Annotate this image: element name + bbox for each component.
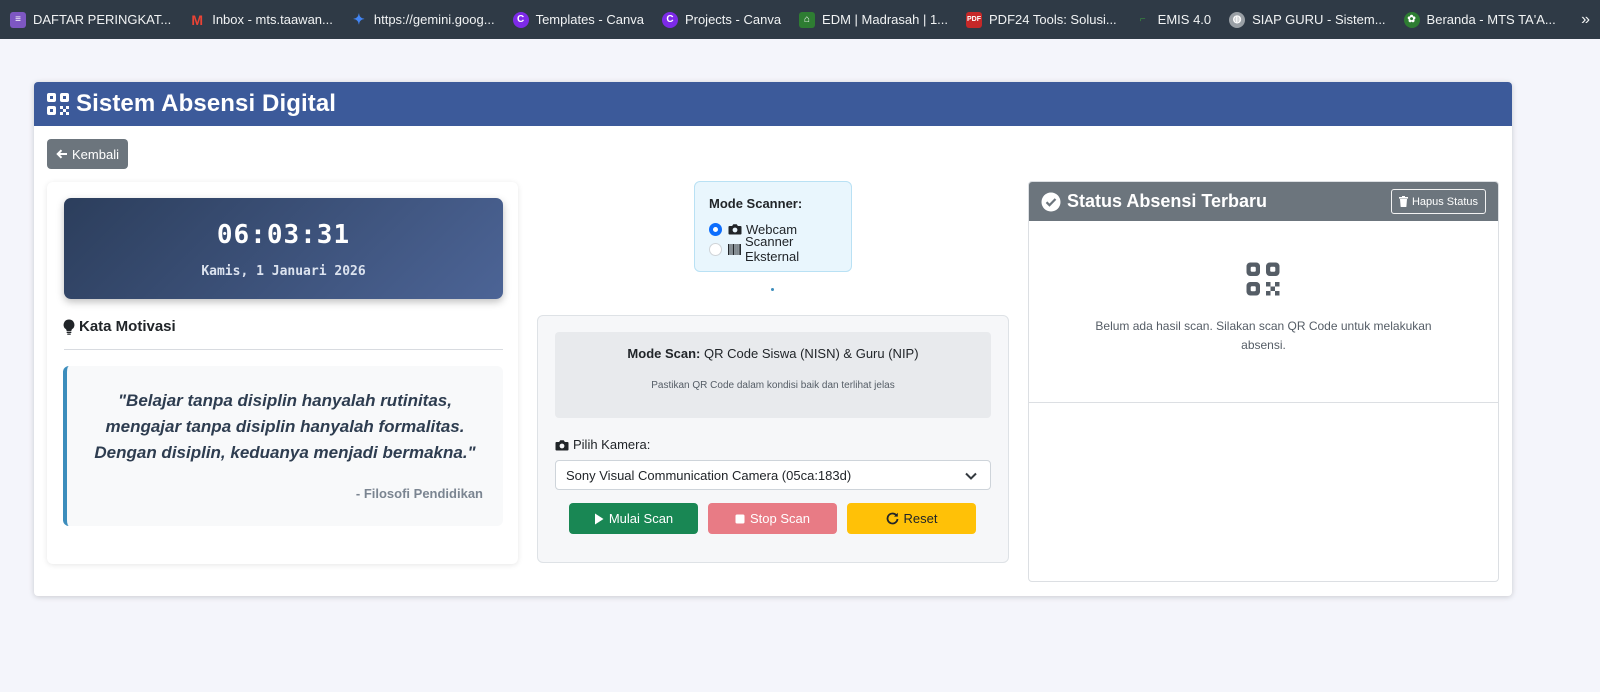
play-icon bbox=[594, 513, 604, 524]
arrow-left-icon bbox=[56, 149, 68, 159]
mode-option-external-scanner[interactable]: Scanner Eksternal bbox=[709, 234, 851, 264]
camera-icon bbox=[728, 224, 742, 235]
radio-unselected-icon[interactable] bbox=[709, 242, 722, 256]
status-panel: Status Absensi Terbaru Hapus Status Belu… bbox=[1028, 181, 1499, 582]
status-title: Status Absensi Terbaru bbox=[1067, 191, 1268, 211]
bookmark-inbox[interactable]: M Inbox - mts.taawan... bbox=[189, 0, 333, 39]
quote-source: - Filosofi Pendidikan bbox=[355, 486, 483, 501]
bookmark-label: Inbox - mts.taawan... bbox=[212, 12, 333, 27]
bookmark-label: EDM | Madrasah | 1... bbox=[822, 12, 949, 27]
clock-date: Kamis, 1 Januari 2026 bbox=[201, 264, 366, 279]
bookmark-label: Projects - Canva bbox=[684, 12, 782, 27]
status-header: Status Absensi Terbaru Hapus Status bbox=[1029, 182, 1498, 221]
bookmark-label: SIAP GURU - Sistem... bbox=[1252, 12, 1386, 27]
camera-select-value: Sony Visual Communication Camera (05ca:1… bbox=[566, 467, 852, 483]
bookmark-gemini[interactable]: ✦ https://gemini.goog... bbox=[351, 0, 495, 39]
status-body: Belum ada hasil scan. Silakan scan QR Co… bbox=[1029, 221, 1498, 403]
motivation-title: Kata Motivasi bbox=[63, 318, 176, 335]
camera-label-text: Pilih Kamera: bbox=[573, 437, 651, 452]
trash-icon bbox=[1398, 196, 1408, 207]
camera-select[interactable]: Sony Visual Communication Camera (05ca:1… bbox=[555, 460, 991, 490]
clear-status-label: Hapus Status bbox=[1411, 195, 1478, 208]
scan-mode-label: Mode Scan: bbox=[627, 346, 701, 361]
gmail-icon: M bbox=[191, 11, 204, 28]
start-scan-button[interactable]: Mulai Scan bbox=[569, 503, 698, 534]
qrcode-icon bbox=[47, 93, 69, 115]
bookmark-emis[interactable]: ⌐ EMIS 4.0 bbox=[1135, 0, 1211, 39]
canva-icon: C bbox=[512, 11, 529, 28]
gemini-icon: ✦ bbox=[353, 11, 365, 27]
back-button-label: Kembali bbox=[72, 146, 119, 162]
divider bbox=[64, 349, 503, 350]
scan-hint: Pastikan QR Code dalam kondisi baik dan … bbox=[651, 380, 895, 391]
reset-button[interactable]: Reset bbox=[847, 503, 976, 534]
barcode-icon bbox=[728, 243, 741, 255]
bookmark-label: https://gemini.goog... bbox=[373, 12, 495, 27]
card-header: Sistem Absensi Digital bbox=[34, 82, 1512, 126]
status-empty-message: Belum ada hasil scan. Silakan scan QR Co… bbox=[1095, 319, 1432, 352]
scan-mode-value: QR Code Siswa (NISN) & Guru (NIP) bbox=[704, 346, 919, 361]
qrcode-icon bbox=[1246, 262, 1280, 296]
redo-icon bbox=[886, 512, 898, 525]
scan-panel: Mode Scan: QR Code Siswa (NISN) & Guru (… bbox=[537, 315, 1009, 563]
bookmark-label: DAFTAR PERINGKAT... bbox=[33, 12, 172, 27]
scanner-mode-box: Mode Scanner: Webcam Scanner Eksternal bbox=[694, 181, 852, 272]
pdf24-icon: PDF bbox=[966, 11, 983, 28]
stop-scan-label: Stop Scan bbox=[750, 511, 810, 526]
reset-label: Reset bbox=[903, 511, 938, 526]
bookmark-siap-guru[interactable]: ◍ SIAP GURU - Sistem... bbox=[1229, 0, 1386, 39]
bookmark-canva-templates[interactable]: C Templates - Canva bbox=[512, 0, 644, 39]
edm-icon: ⌂ bbox=[799, 11, 816, 28]
lightbulb-icon bbox=[63, 318, 75, 335]
scan-mode-text: Mode Scan: QR Code Siswa (NISN) & Guru (… bbox=[555, 346, 991, 361]
bookmark-label: Templates - Canva bbox=[535, 12, 644, 27]
main-card: Sistem Absensi Digital Kembali 06:03:31 … bbox=[34, 82, 1512, 596]
bookmark-daftar-peringkat[interactable]: ≡ DAFTAR PERINGKAT... bbox=[10, 0, 171, 39]
digital-clock: 06:03:31 Kamis, 1 Januari 2026 bbox=[64, 198, 503, 299]
bookmark-beranda[interactable]: ✿ Beranda - MTS TA'A... bbox=[1403, 0, 1556, 39]
globe-icon: ◍ bbox=[1229, 11, 1246, 28]
bookmark-label: Beranda - MTS TA'A... bbox=[1426, 12, 1556, 27]
scanner-mode-title: Mode Scanner: bbox=[709, 196, 803, 211]
canva-icon: C bbox=[661, 11, 678, 28]
quote-text: "Belajar tanpa disiplin hanyalah rutinit… bbox=[94, 391, 476, 462]
motivation-title-label: Kata Motivasi bbox=[79, 318, 176, 335]
check-circle-icon bbox=[1041, 192, 1061, 211]
camera-label: Pilih Kamera: bbox=[555, 437, 650, 452]
radio-selected-icon[interactable] bbox=[709, 222, 722, 236]
chevron-down-icon bbox=[965, 472, 977, 480]
page-title: Sistem Absensi Digital bbox=[76, 90, 337, 117]
bookmark-label: EMIS 4.0 bbox=[1157, 12, 1212, 27]
bookmark-pdf24[interactable]: PDF PDF24 Tools: Solusi... bbox=[966, 0, 1117, 39]
bookmark-edm[interactable]: ⌂ EDM | Madrasah | 1... bbox=[799, 0, 948, 39]
bookmark-label: PDF24 Tools: Solusi... bbox=[989, 12, 1117, 27]
school-icon: ✿ bbox=[1403, 11, 1420, 28]
bookmarks-bar: ≡ DAFTAR PERINGKAT... M Inbox - mts.taaw… bbox=[0, 0, 1600, 39]
clear-status-button[interactable]: Hapus Status bbox=[1390, 189, 1486, 214]
quote-box: "Belajar tanpa disiplin hanyalah rutinit… bbox=[63, 366, 503, 526]
left-panel: 06:03:31 Kamis, 1 Januari 2026 Kata Moti… bbox=[47, 182, 518, 564]
camera-icon bbox=[555, 439, 569, 450]
mode-option-label: Scanner Eksternal bbox=[744, 234, 800, 264]
clock-time: 06:03:31 bbox=[216, 220, 351, 250]
back-button[interactable]: Kembali bbox=[47, 139, 128, 169]
emis-icon: ⌐ bbox=[1139, 14, 1146, 25]
bookmark-canva-projects[interactable]: C Projects - Canva bbox=[661, 0, 782, 39]
scan-info-box: Mode Scan: QR Code Siswa (NISN) & Guru (… bbox=[555, 332, 991, 418]
stop-icon bbox=[735, 514, 745, 523]
more-bookmarks-icon[interactable]: » bbox=[1581, 0, 1590, 39]
loading-indicator bbox=[771, 288, 774, 291]
stop-scan-button[interactable]: Stop Scan bbox=[708, 503, 837, 534]
start-scan-label: Mulai Scan bbox=[608, 511, 674, 526]
list-icon: ≡ bbox=[10, 11, 26, 28]
